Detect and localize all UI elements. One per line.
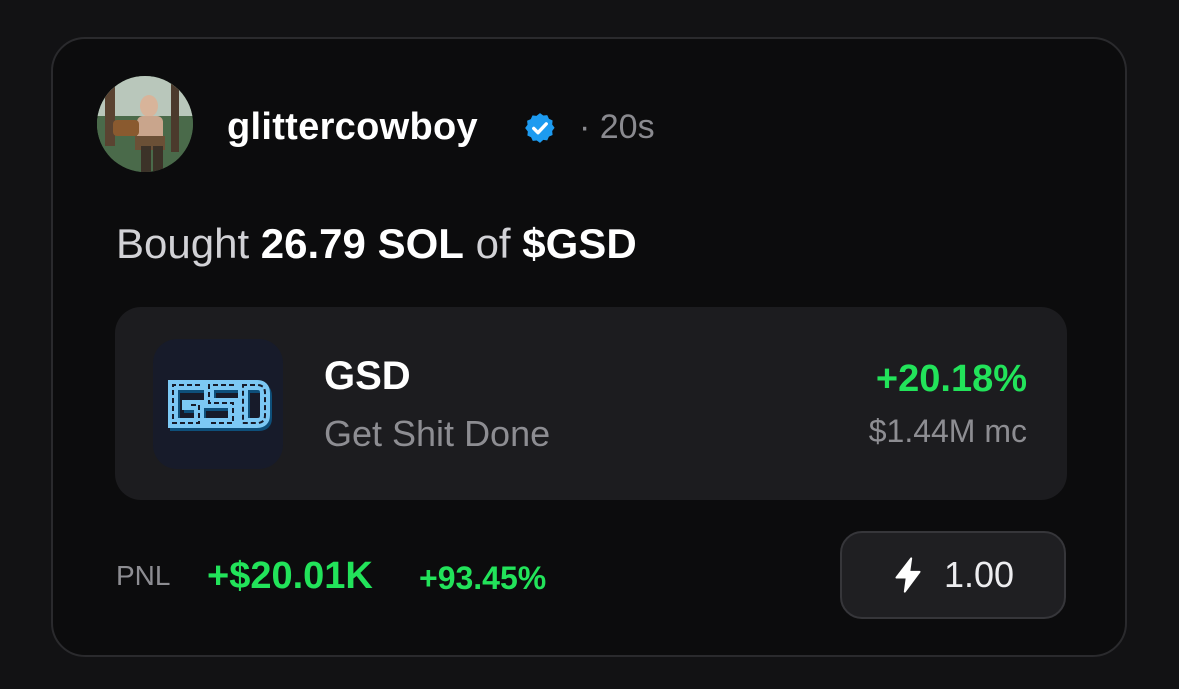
pnl-percent: +93.45% xyxy=(419,560,547,596)
headline-prefix: Bought xyxy=(116,220,250,267)
quick-buy-amount: 1.00 xyxy=(943,554,1015,595)
trade-headline: Bought 26.79 SOL of $GSD xyxy=(116,219,637,269)
quick-buy-button[interactable]: 1.00 xyxy=(840,531,1066,619)
pnl-label: PNL xyxy=(116,560,171,591)
gsd-logo-graphic xyxy=(168,380,272,431)
username[interactable]: glittercowboy xyxy=(227,105,478,149)
lightning-bolt-icon xyxy=(895,557,921,593)
verified-badge-icon xyxy=(525,113,555,143)
gsd-token-logo xyxy=(153,339,283,469)
headline-amount: 26.79 SOL xyxy=(260,220,464,267)
headline-connector: of xyxy=(475,220,511,267)
token-symbol: GSD xyxy=(324,354,411,398)
post-time: · 20s xyxy=(579,108,655,146)
token-name: Get Shit Done xyxy=(324,413,551,454)
headline-ticker[interactable]: $GSD xyxy=(522,220,636,267)
token-panel[interactable]: GSD Get Shit Done +20.18% $1.44M mc xyxy=(115,307,1067,500)
avatar-image xyxy=(97,76,193,172)
pnl-value: +$20.01K xyxy=(207,555,373,597)
token-price-change: +20.18% xyxy=(875,358,1027,400)
user-avatar[interactable] xyxy=(97,76,193,172)
trade-card: glittercowboy · 20s Bought 26.79 SOL of … xyxy=(51,37,1127,657)
token-market-cap: $1.44M mc xyxy=(868,413,1027,449)
